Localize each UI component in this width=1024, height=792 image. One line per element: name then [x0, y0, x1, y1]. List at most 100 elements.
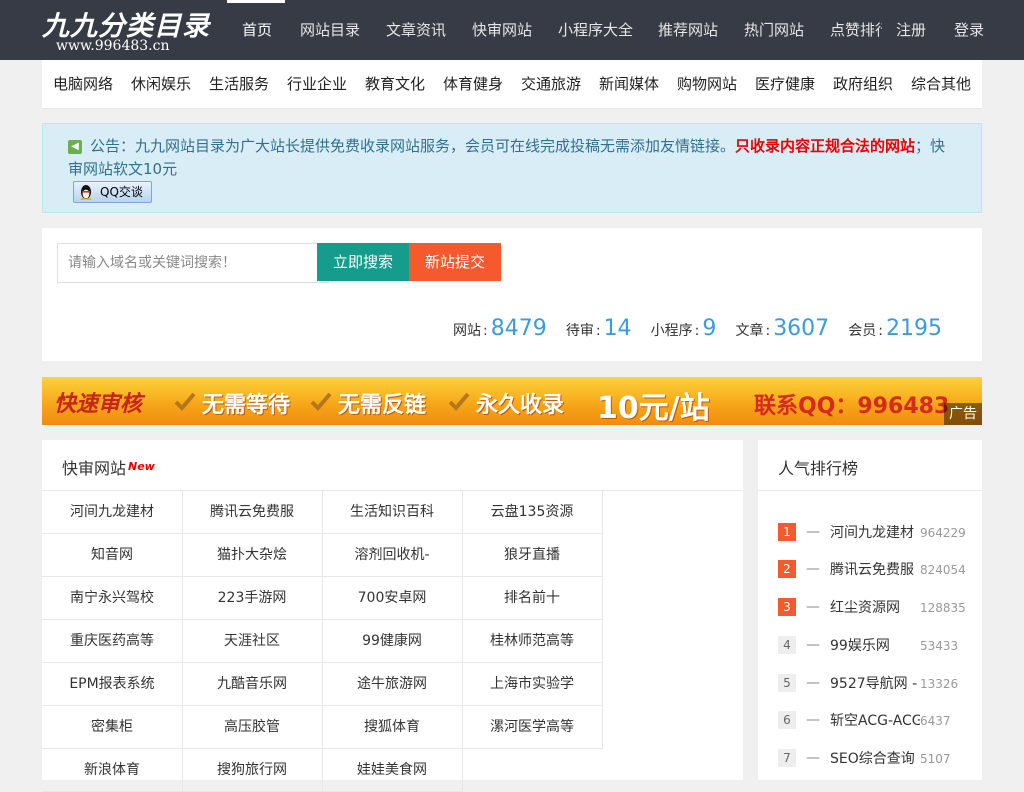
banner-price: 10元/站	[597, 391, 710, 425]
notice-text-highlight: 只收录内容正规合法的网站	[735, 137, 916, 155]
site-link[interactable]: 狼牙直播	[462, 534, 603, 577]
category-link[interactable]: 交通旅游	[521, 60, 581, 108]
site-link[interactable]: 搜狐体育	[322, 706, 463, 749]
category-link[interactable]: 医疗健康	[755, 60, 815, 108]
site-link[interactable]: 桂林师范高等	[462, 620, 603, 663]
site-link[interactable]: 河间九龙建材	[42, 491, 183, 534]
login-link[interactable]: 登录	[954, 0, 984, 60]
rank-count: 53433	[920, 639, 959, 653]
category-link[interactable]: 新闻媒体	[599, 60, 659, 108]
site-link[interactable]: 猫扑大杂烩	[182, 534, 323, 577]
stat-label: 会员	[848, 323, 877, 339]
site-link[interactable]: 漯河医学高等	[462, 706, 603, 749]
site-link[interactable]: 生活知识百科	[322, 491, 463, 534]
nav-likes-ranking[interactable]: 点赞排行	[830, 0, 882, 60]
ranking-item[interactable]: 4 — 99娱乐网 53433	[778, 636, 982, 656]
qq-chat-button[interactable]: QQ交谈	[73, 181, 152, 203]
nav-fast-review[interactable]: 快审网站	[472, 0, 532, 60]
stat-value: 2195	[886, 316, 942, 341]
nav-recommended[interactable]: 推荐网站	[658, 0, 718, 60]
ranking-item[interactable]: 1 — 河间九龙建材 964229	[778, 523, 982, 543]
rank-count: 128835	[920, 601, 966, 615]
rank-count: 5107	[920, 752, 951, 766]
category-link[interactable]: 体育健身	[443, 60, 503, 108]
category-link[interactable]: 购物网站	[677, 60, 737, 108]
qq-penguin-icon	[80, 185, 92, 200]
nav-home[interactable]: 首页	[242, 0, 272, 60]
stat-value: 8479	[490, 316, 547, 341]
ranking-item[interactable]: 3 — 红尘资源网 128835	[778, 598, 982, 618]
rank-site-name: 河间九龙建材	[830, 525, 914, 541]
site-link[interactable]: 腾讯云免费服	[182, 491, 323, 534]
site-link[interactable]: 知音网	[42, 534, 183, 577]
rank-number: 2	[778, 560, 796, 578]
nav-site-directory[interactable]: 网站目录	[300, 0, 360, 60]
stat-label: 待审	[565, 323, 594, 339]
site-link[interactable]: 云盘135资源	[462, 491, 603, 534]
site-link[interactable]: 排名前十	[462, 577, 603, 620]
site-link[interactable]: 上海市实验学	[462, 663, 603, 706]
stat-sites: 网站:8479	[453, 316, 547, 341]
rank-number: 4	[778, 636, 796, 654]
panel-title: 快审网站	[62, 459, 127, 478]
site-link[interactable]: 天涯社区	[182, 620, 323, 663]
search-input[interactable]	[57, 243, 329, 283]
popularity-ranking-panel: 人气排行榜 1 — 河间九龙建材 964229 2 — 腾讯云免费服 82405…	[758, 440, 982, 780]
category-link[interactable]: 休闲娱乐	[131, 60, 191, 108]
site-link[interactable]: 密集柜	[42, 706, 183, 749]
rank-count: 824054	[920, 563, 966, 577]
stat-label: 小程序	[650, 323, 693, 339]
category-link[interactable]: 综合其他	[911, 60, 971, 108]
site-link[interactable]: 700安卓网	[322, 577, 463, 620]
ranking-item[interactable]: 6 — 斩空ACG-ACG 6437	[778, 711, 982, 731]
rank-count: 6437	[920, 714, 951, 728]
ranking-item[interactable]: 7 — SEO综合查询 5107	[778, 749, 982, 769]
nav-likes-ranking-label: 点赞排行	[830, 21, 882, 39]
register-link[interactable]: 注册	[896, 0, 926, 60]
site-link[interactable]: 新浪体育	[42, 749, 183, 792]
site-link[interactable]: 99健康网	[322, 620, 463, 663]
rank-site-name: 斩空ACG-ACG	[830, 713, 920, 729]
stat-members: 会员:2195	[848, 316, 942, 341]
qq-chat-label: QQ交谈	[100, 185, 143, 199]
panel-title: 人气排行榜	[778, 459, 859, 478]
rank-dash: —	[806, 712, 820, 728]
banner-headline: 快速审核	[54, 392, 143, 417]
rank-site-name: 腾讯云免费服	[830, 562, 914, 578]
rank-number: 3	[778, 598, 796, 616]
ranking-item[interactable]: 5 — 9527导航网 - 13326	[778, 674, 982, 694]
nav-mini-programs[interactable]: 小程序大全	[558, 0, 633, 60]
ranking-item[interactable]: 2 — 腾讯云免费服 824054	[778, 560, 982, 580]
ad-label: 广告	[944, 403, 982, 425]
logo-url: www.996483.cn	[56, 38, 170, 54]
site-link[interactable]: 搜狗旅行网	[182, 749, 323, 792]
site-link[interactable]: 溶剂回收机-	[322, 534, 463, 577]
nav-popular[interactable]: 热门网站	[744, 0, 804, 60]
stat-label: 网站	[453, 323, 482, 339]
site-link[interactable]: 高压胶管	[182, 706, 323, 749]
rank-site-name: SEO综合查询	[830, 751, 915, 767]
category-link[interactable]: 教育文化	[365, 60, 425, 108]
category-link[interactable]: 生活服务	[209, 60, 269, 108]
site-logo[interactable]: 九九分类目录 www.996483.cn	[42, 4, 209, 56]
rank-dash: —	[806, 561, 820, 577]
rank-number: 6	[778, 711, 796, 729]
site-link[interactable]: 娃娃美食网	[322, 749, 463, 792]
site-link[interactable]: EPM报表系统	[42, 663, 183, 706]
ad-banner[interactable]: 快速审核 无需等待 无需反链 永久收录 10元/站 联系QQ：996483 广告	[42, 377, 982, 425]
search-button[interactable]: 立即搜索	[317, 243, 409, 281]
banner-feature: 无需等待	[202, 393, 291, 418]
site-link[interactable]: 途牛旅游网	[322, 663, 463, 706]
site-link[interactable]: 南宁永兴驾校	[42, 577, 183, 620]
site-link[interactable]: 九酷音乐网	[182, 663, 323, 706]
nav-articles[interactable]: 文章资讯	[386, 0, 446, 60]
site-link[interactable]: 223手游网	[182, 577, 323, 620]
site-stats: 网站:8479 待审:14 小程序:9 文章:3607 会员:2195	[439, 316, 942, 341]
stat-mini-programs: 小程序:9	[650, 316, 717, 341]
category-link[interactable]: 电脑网络	[53, 60, 113, 108]
category-link[interactable]: 行业企业	[287, 60, 347, 108]
submit-site-button[interactable]: 新站提交	[409, 243, 501, 281]
site-link[interactable]: 重庆医药高等	[42, 620, 183, 663]
category-link[interactable]: 政府组织	[833, 60, 893, 108]
search-panel: 立即搜索 新站提交 网站:8479 待审:14 小程序:9 文章:3607 会员…	[42, 228, 982, 361]
